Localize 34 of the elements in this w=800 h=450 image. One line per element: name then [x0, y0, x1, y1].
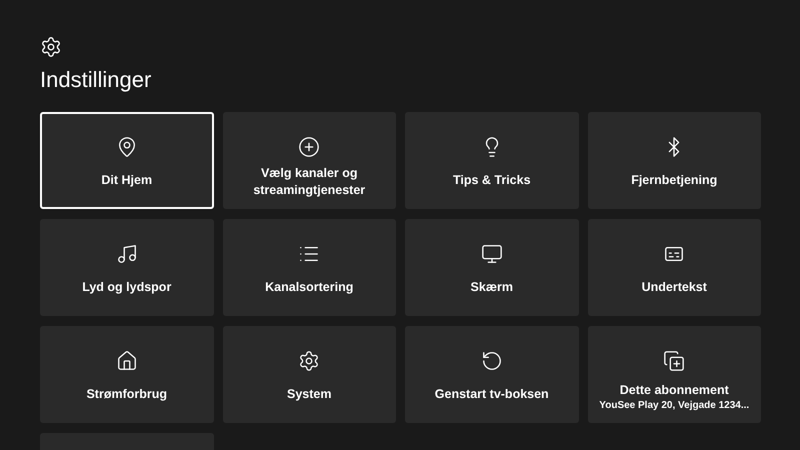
settings-tile[interactable]: Skærm — [405, 219, 578, 316]
settings-icon — [298, 350, 320, 372]
settings-tile[interactable]: Undertekst — [588, 219, 761, 316]
monitor-icon — [480, 243, 503, 265]
tile-label: Skærm — [470, 279, 514, 296]
settings-tile[interactable]: Lyd og lydspor — [40, 219, 214, 316]
tile-label: Dette abonnement — [618, 382, 730, 399]
settings-icon — [40, 36, 62, 58]
tile-label: Fjernbetjening — [630, 172, 718, 189]
tile-label: Genstart tv-boksen — [434, 386, 550, 403]
page-title: Indstillinger — [40, 66, 152, 94]
settings-tile[interactable]: Strømforbrug — [40, 326, 214, 423]
music-note-icon — [116, 243, 138, 265]
settings-tile[interactable]: Dette abonnement YouSee Play 20, Vejgade 1234... — [588, 326, 761, 423]
settings-tile[interactable]: System — [222, 326, 396, 423]
tile-label: Vælg kanaler og streamingtjenester — [252, 165, 366, 199]
tile-label: Undertekst — [640, 279, 708, 296]
tile-label: System — [286, 386, 332, 403]
copy-plus-icon — [663, 350, 686, 372]
settings-tile[interactable]: Genstart tv-boksen — [405, 326, 578, 423]
settings-tile[interactable]: Fjernbetjening — [588, 112, 761, 209]
tile-label: Strømforbrug — [85, 386, 168, 403]
tile-label: Lyd og lydspor — [81, 279, 172, 296]
house-icon — [116, 350, 138, 372]
plus-circle-icon — [298, 136, 320, 158]
settings-tile[interactable]: Kanalsortering — [222, 219, 396, 316]
tile-subtitle: YouSee Play 20, Vejgade 1234... — [599, 399, 750, 412]
restart-icon — [480, 350, 503, 372]
tile-label: Tips & Tricks — [452, 172, 532, 189]
tile-label: Kanalsortering — [264, 279, 354, 296]
settings-tile[interactable]: Dit Hjem — [40, 112, 214, 209]
settings-tile[interactable]: Vælg kanaler og streamingtjenester — [222, 112, 396, 209]
settings-tile[interactable]: Tips & Tricks — [405, 112, 578, 209]
tile-label: Dit Hjem — [100, 172, 154, 189]
